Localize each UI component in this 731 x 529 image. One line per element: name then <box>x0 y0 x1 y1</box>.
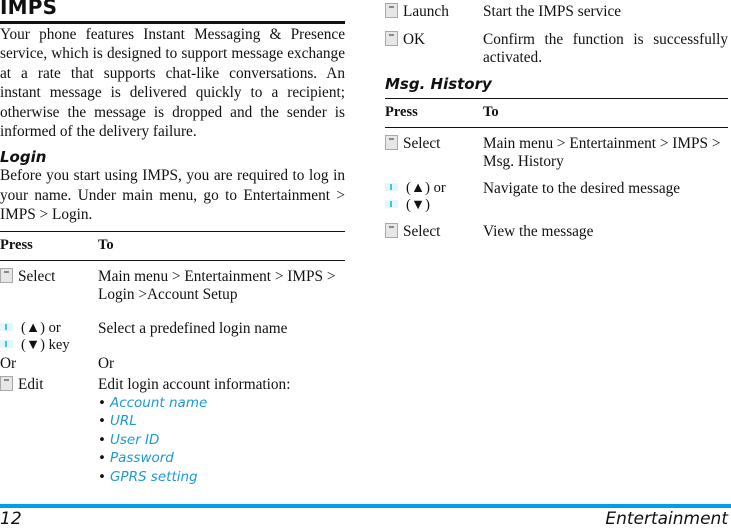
page-number: 12 <box>0 509 22 529</box>
softkey-icon <box>385 223 398 238</box>
to-cell: Main menu > Entertainment > IMPS > Msg. … <box>483 135 721 170</box>
or-label: Or <box>0 354 17 372</box>
table-row: Select Main menu > Entertainment > IMPS … <box>385 128 728 172</box>
nav-key-icon <box>0 322 13 331</box>
right-column: Launch Start the IMPS service OK Confirm… <box>385 0 728 241</box>
nav-key-icon <box>385 200 398 208</box>
nav-down-line: (▼) <box>385 197 483 214</box>
table-row: Select View the message <box>385 214 728 241</box>
account-options-list: Account name URL User ID Password GPRS s… <box>98 394 345 487</box>
header-press: Press <box>385 98 483 128</box>
softkey-icon <box>385 3 398 18</box>
softkey-icon <box>0 267 13 283</box>
press-cell: Select <box>385 128 483 172</box>
page-title: IMPS <box>0 0 58 19</box>
footer-accent-bar <box>0 504 731 508</box>
table-row: (▲) or (▼) Navigate to the desired messa… <box>385 171 728 214</box>
press-label: Select <box>18 267 56 285</box>
press-label: Select <box>403 135 441 152</box>
press-label: (▼) <box>406 197 431 213</box>
nav-up-line: (▲) or <box>385 180 483 197</box>
option-gprs-setting: GPRS setting <box>98 468 345 487</box>
login-table-continued: Launch Start the IMPS service OK Confirm… <box>385 0 728 67</box>
table-row: OK Confirm the function is successfully … <box>385 21 728 67</box>
softkey-icon <box>0 375 13 391</box>
to-cell: View the message <box>483 223 594 240</box>
login-heading: Login <box>0 148 47 167</box>
to-cell: Main menu > Entertainment > IMPS > Login… <box>98 267 336 303</box>
header-press: Press <box>0 230 98 261</box>
to-text: Select a predefined login name <box>98 319 288 337</box>
table-row: Launch Start the IMPS service <box>385 0 728 21</box>
or-label: Or <box>98 354 115 372</box>
header-to: To <box>483 98 728 128</box>
table-header-row: Press To <box>0 230 345 261</box>
to-cell: Select a predefined login name Or Edit l… <box>98 304 345 487</box>
intro-paragraph: Your phone features Instant Messaging & … <box>0 26 345 141</box>
option-account-name: Account name <box>98 394 345 413</box>
softkey-icon <box>385 135 398 150</box>
press-label: Select <box>403 223 441 240</box>
header-to: To <box>98 230 345 261</box>
press-cell: Launch <box>385 0 483 21</box>
msg-history-table: Press To Select Main menu > Entertainmen… <box>385 98 728 241</box>
option-url: URL <box>98 412 345 431</box>
edit-press: Edit <box>0 375 98 394</box>
nav-key-icon <box>0 339 13 348</box>
softkey-icon <box>385 31 398 46</box>
press-label: Edit <box>18 375 44 393</box>
press-label: (▲) or <box>21 319 61 336</box>
nav-down-line: (▼) key <box>0 337 98 354</box>
press-cell: Select <box>385 214 483 241</box>
option-user-id: User ID <box>98 431 345 450</box>
to-text: Edit login account information: <box>98 375 291 393</box>
msg-history-heading: Msg. History <box>385 75 492 93</box>
press-label: Launch <box>403 3 449 20</box>
nav-key-icon <box>385 183 398 191</box>
to-cell: Confirm the function is successfully act… <box>483 31 728 66</box>
table-row: Select Main menu > Entertainment > IMPS … <box>0 260 345 304</box>
section-name: Entertainment <box>605 509 728 529</box>
press-label: (▼) key <box>21 336 70 353</box>
press-cell: (▲) or (▼) key Or Edit <box>0 304 98 487</box>
table-row: (▲) or (▼) key Or Edit Select a predefin… <box>0 304 345 487</box>
table-header-row: Press To <box>385 98 728 128</box>
press-label: (▲) or <box>406 180 446 196</box>
login-table: Press To Select Main menu > Entertainmen… <box>0 230 345 487</box>
press-cell: OK <box>385 21 483 67</box>
press-cell: (▲) or (▼) <box>385 171 483 214</box>
nav-up-line: (▲) or <box>0 320 98 337</box>
to-cell: Navigate to the desired message <box>483 180 681 197</box>
to-cell: Start the IMPS service <box>483 3 622 20</box>
press-label: OK <box>403 31 426 48</box>
login-paragraph: Before you start using IMPS, you are req… <box>0 167 345 224</box>
option-password: Password <box>98 449 345 468</box>
title-rule <box>0 21 345 24</box>
press-cell: Select <box>0 260 98 304</box>
left-column: IMPS Your phone features Instant Messagi… <box>0 0 345 487</box>
